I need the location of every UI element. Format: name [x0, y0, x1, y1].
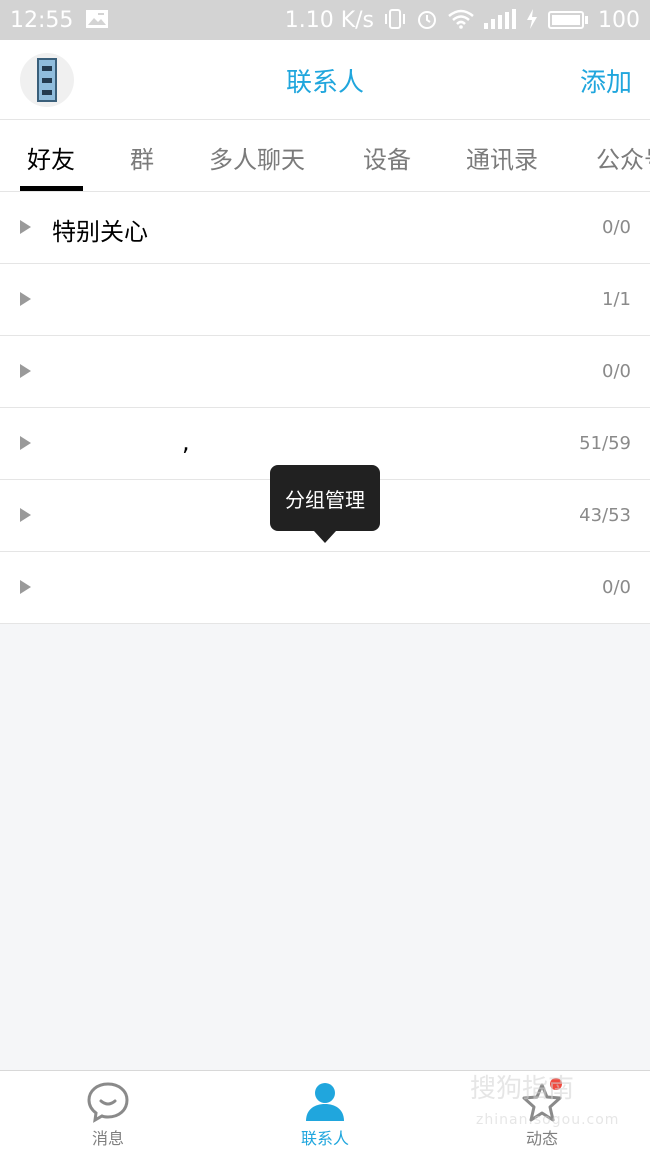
chat-bubble-icon	[86, 1081, 130, 1123]
group-row[interactable]: 特别关心 0/0	[0, 192, 650, 264]
tooltip-label: 分组管理	[285, 487, 365, 512]
group-count: 1/1	[602, 289, 631, 310]
charging-icon	[526, 8, 538, 32]
tab-indicator	[20, 186, 83, 191]
group-count: 0/0	[602, 361, 631, 382]
group-row[interactable]: 1/1	[0, 264, 650, 336]
group-count: 43/53	[579, 505, 631, 526]
battery-icon	[548, 11, 588, 29]
image-icon	[85, 9, 109, 32]
nav-label: 动态	[525, 1129, 558, 1148]
tab-multi-chat[interactable]: 多人聊天	[209, 140, 305, 175]
status-bar: 12:55 1.10 K/s 100	[0, 0, 650, 40]
friend-group-list: 特别关心 0/0 1/1 0/0 , 51/59 43/53 0/0	[0, 192, 650, 624]
expand-arrow-icon	[20, 580, 31, 594]
nav-label: 联系人	[300, 1129, 349, 1148]
expand-arrow-icon	[20, 436, 31, 450]
nav-messages[interactable]: 消息	[38, 1071, 178, 1155]
alarm-icon	[416, 8, 438, 33]
expand-arrow-icon	[20, 220, 31, 234]
signal-icon	[484, 8, 516, 32]
expand-arrow-icon	[20, 508, 31, 522]
person-icon	[303, 1081, 347, 1123]
battery-level: 100	[598, 7, 640, 33]
tab-devices[interactable]: 设备	[363, 140, 411, 175]
wifi-icon	[448, 9, 474, 32]
nav-label: 消息	[91, 1129, 124, 1148]
tab-groups[interactable]: 群	[130, 140, 154, 175]
expand-arrow-icon	[20, 364, 31, 378]
app-header: 联系人 添加	[0, 40, 650, 120]
status-time: 12:55	[10, 7, 74, 33]
tab-public-accounts[interactable]: 公众号	[596, 140, 650, 175]
group-row[interactable]: 0/0	[0, 336, 650, 408]
group-count: 0/0	[602, 577, 631, 598]
watermark-text: 搜狗指南	[470, 1074, 575, 1104]
add-button[interactable]: 添加	[580, 62, 632, 99]
group-count: 0/0	[602, 217, 631, 238]
nav-contacts[interactable]: 联系人	[255, 1071, 395, 1155]
group-count: 51/59	[579, 433, 631, 454]
vibrate-icon	[384, 8, 406, 33]
group-row[interactable]: 0/0	[0, 552, 650, 624]
group-name: 特别关心	[52, 218, 148, 246]
watermark-url: zhinan.sogou.com	[476, 1112, 620, 1128]
group-name: ,	[182, 428, 190, 456]
tab-friends[interactable]: 好友	[27, 140, 75, 175]
manage-groups-tooltip[interactable]: 分组管理	[270, 465, 380, 543]
page-title: 联系人	[285, 68, 364, 98]
net-speed: 1.10 K/s	[284, 7, 374, 33]
contact-tabs: 好友 群 多人聊天 设备 通讯录 公众号	[0, 120, 650, 192]
tab-address-book[interactable]: 通讯录	[466, 140, 538, 175]
expand-arrow-icon	[20, 292, 31, 306]
